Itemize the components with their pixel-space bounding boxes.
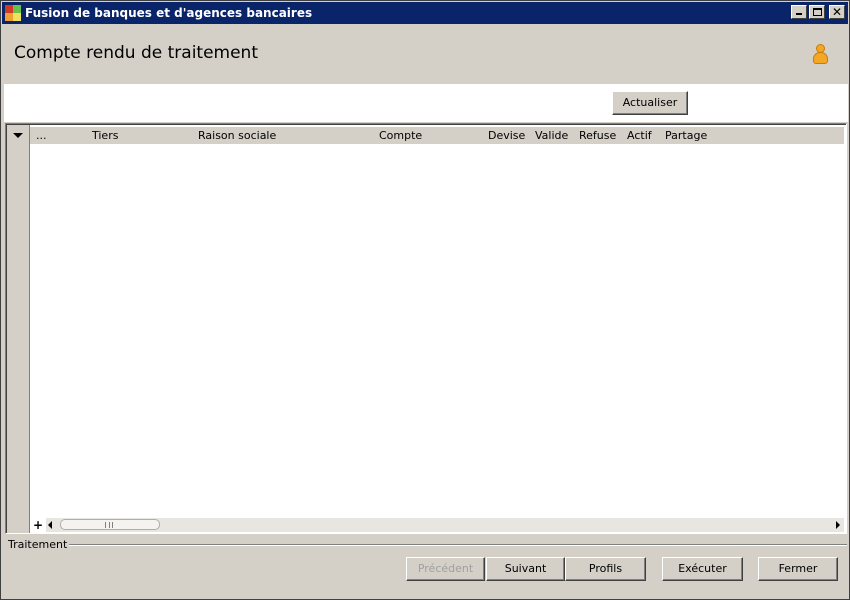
profiles-button[interactable]: Profils	[565, 557, 646, 581]
user-icon[interactable]	[812, 44, 828, 66]
column-header-devise[interactable]: Devise	[488, 127, 525, 144]
column-header-compte[interactable]: Compte	[379, 127, 422, 144]
title-bar[interactable]: Fusion de banques et d'agences bancaires…	[2, 2, 848, 24]
column-header-raison-sociale[interactable]: Raison sociale	[198, 127, 276, 144]
scrollbar-thumb[interactable]	[60, 519, 160, 530]
window-title: Fusion de banques et d'agences bancaires	[25, 6, 313, 20]
app-icon[interactable]	[5, 5, 21, 21]
row-header-column	[7, 125, 30, 533]
scroll-right-icon[interactable]	[836, 521, 840, 529]
page-header: Compte rendu de traitement	[4, 26, 848, 84]
main-window: Fusion de banques et d'agences bancaires…	[0, 0, 850, 600]
chevron-down-icon[interactable]	[13, 133, 23, 138]
column-header-more[interactable]: ...	[36, 127, 47, 144]
column-header-row: ... Tiers Raison sociale Compte Devise V…	[30, 127, 844, 144]
execute-button[interactable]: Exécuter	[662, 557, 743, 581]
column-header-valide[interactable]: Valide	[535, 127, 568, 144]
results-grid[interactable]: ... Tiers Raison sociale Compte Devise V…	[5, 123, 847, 534]
close-icon: ✕	[831, 5, 843, 19]
minimize-button[interactable]	[791, 5, 807, 19]
group-label-traitement: Traitement	[8, 538, 70, 551]
group-divider	[61, 544, 847, 546]
page-title: Compte rendu de traitement	[14, 43, 259, 63]
close-window-button[interactable]: ✕	[829, 5, 845, 19]
plus-icon[interactable]: +	[32, 519, 44, 531]
refresh-button[interactable]: Actualiser	[612, 91, 688, 115]
column-header-refuse[interactable]: Refuse	[579, 127, 616, 144]
horizontal-scrollbar[interactable]	[46, 518, 844, 532]
column-header-tiers[interactable]: Tiers	[92, 127, 118, 144]
column-header-partage[interactable]: Partage	[665, 127, 707, 144]
close-button[interactable]: Fermer	[758, 557, 838, 581]
next-button[interactable]: Suivant	[486, 557, 565, 581]
scroll-left-icon[interactable]	[48, 521, 52, 529]
maximize-icon	[813, 8, 822, 16]
minimize-icon	[796, 13, 802, 15]
column-header-actif[interactable]: Actif	[627, 127, 652, 144]
toolbar: Actualiser	[4, 84, 848, 122]
maximize-button[interactable]	[809, 5, 825, 19]
previous-button[interactable]: Précédent	[406, 557, 485, 581]
